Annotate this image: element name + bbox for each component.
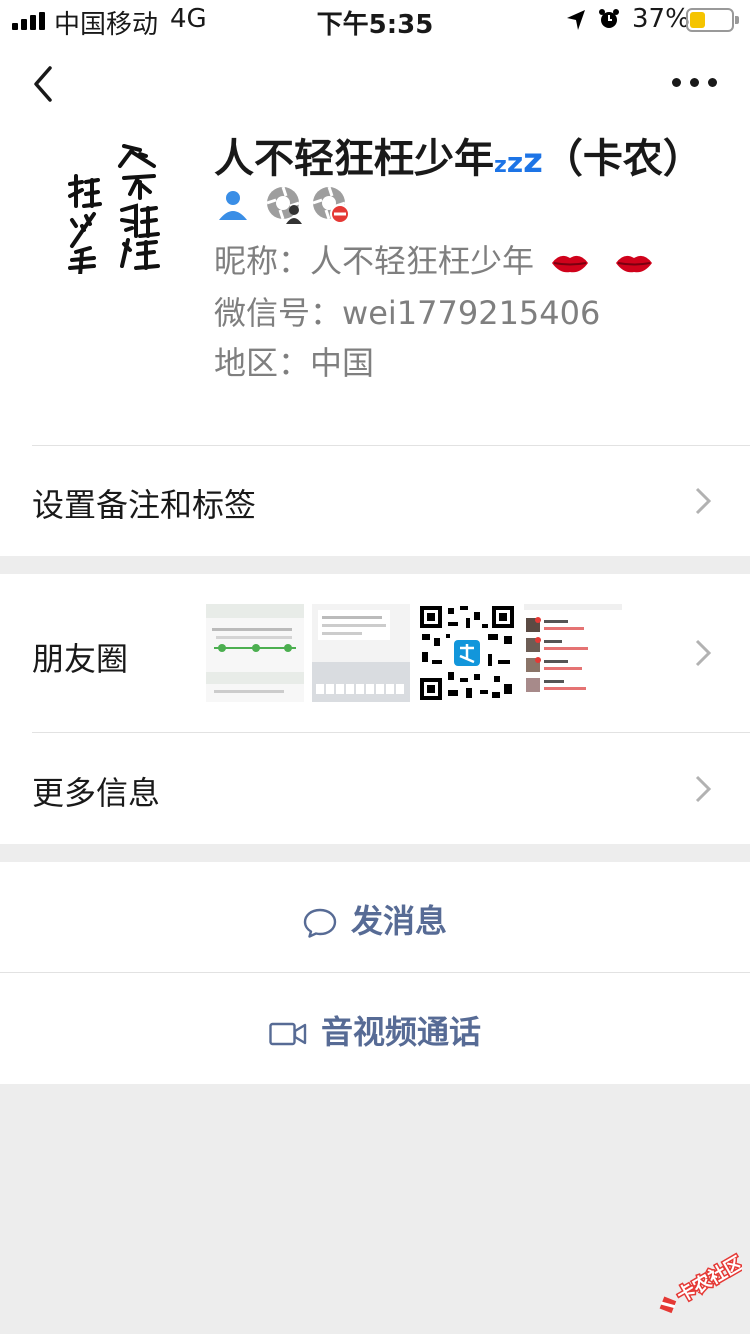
- kiss-lips-icon: [552, 255, 589, 273]
- nickname-label: 昵称：: [214, 242, 311, 280]
- video-camera-icon: [269, 1022, 307, 1046]
- battery-icon: [686, 8, 739, 32]
- region-line: 地区：中国: [214, 338, 374, 384]
- region-label: 地区：: [214, 344, 311, 382]
- profile-card: 人不轻狂枉少年zzz（卡农） 昵称：人不轻狂枉少年 微信号：wei1779215…: [0, 40, 750, 556]
- nickname-line: 昵称：人不轻狂枉少年: [214, 236, 654, 282]
- chat-bubble-icon: [303, 908, 337, 938]
- region-value: 中国: [310, 344, 375, 382]
- send-message-label: 发消息: [350, 902, 447, 940]
- remark-and-tags-row[interactable]: [0, 446, 750, 556]
- display-name: 人不轻狂枉少年zzz（卡农）: [214, 126, 703, 184]
- nickname-value: 人不轻狂枉少年: [310, 242, 535, 280]
- video-call-button[interactable]: 音视频通话: [0, 973, 750, 1084]
- avatar[interactable]: [32, 126, 180, 274]
- kiss-lips-icon: [616, 255, 653, 273]
- aperture-blocked-badge-icon: [312, 186, 350, 224]
- location-arrow-icon: [567, 10, 585, 30]
- video-call-action: 音视频通话: [0, 1007, 750, 1053]
- wechat-id-value: wei1779215406: [342, 294, 601, 332]
- status-bar: 中国移动 4G 下午5:35 37%: [0, 0, 750, 40]
- display-name-suffix: （卡农）: [542, 136, 703, 182]
- person-badge-icon: [219, 191, 247, 220]
- battery-percent: 37%: [632, 4, 690, 34]
- video-call-label: 音视频通话: [320, 1013, 481, 1051]
- more-info-row[interactable]: [0, 733, 750, 844]
- aperture-user-badge-icon: [266, 186, 302, 224]
- display-name-text: 人不轻狂枉少年: [214, 136, 494, 182]
- alarm-icon: [599, 9, 619, 28]
- moments-section: 朋友圈 更多信息: [0, 574, 750, 844]
- site-watermark-logo: 卡农社区: [659, 1250, 742, 1314]
- more-options-button[interactable]: [672, 76, 718, 90]
- sleep-zzz-icon: zzz: [494, 141, 543, 181]
- back-button[interactable]: [28, 62, 68, 106]
- moments-row[interactable]: [0, 574, 750, 732]
- wechat-id-label: 微信号：: [214, 294, 343, 332]
- send-message-action: 发消息: [0, 896, 750, 942]
- send-message-button[interactable]: 发消息: [0, 862, 750, 972]
- watermark-text: 卡农社区: [673, 1252, 742, 1307]
- wechat-id-line: 微信号：wei1779215406: [214, 288, 600, 334]
